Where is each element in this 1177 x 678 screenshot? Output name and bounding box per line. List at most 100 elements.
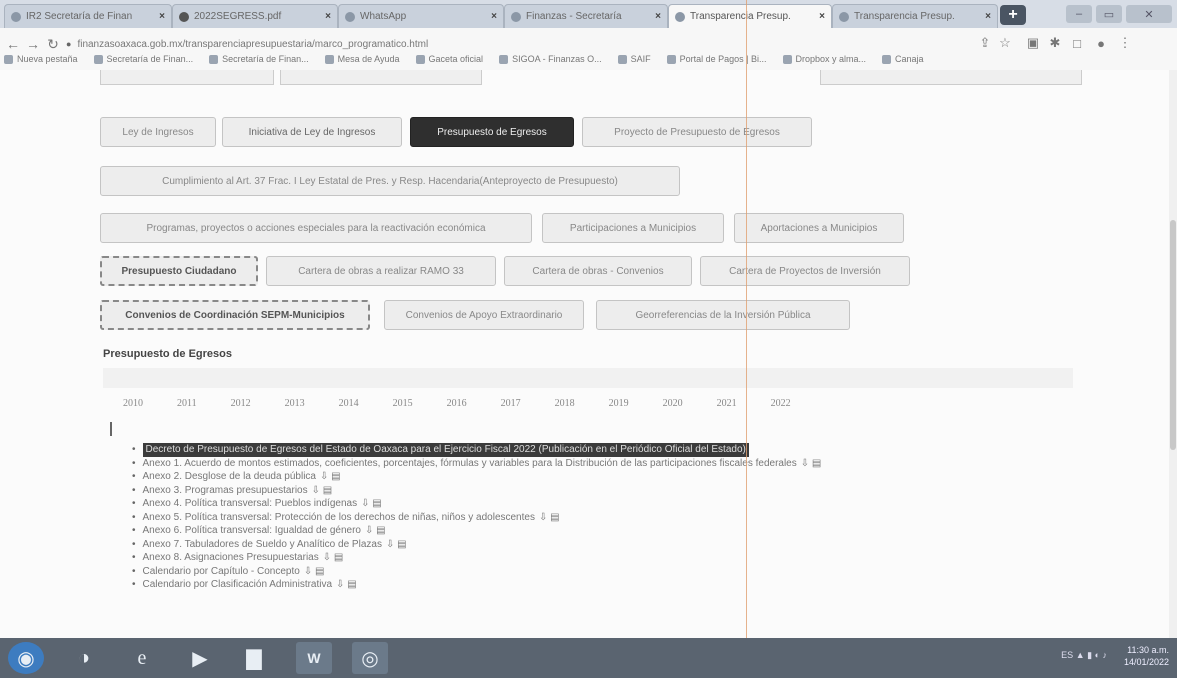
start-button-icon[interactable]: ◉ xyxy=(8,642,44,674)
list-item[interactable]: Anexo 1. Acuerdo de montos estimados, co… xyxy=(132,457,822,471)
internet-explorer-icon[interactable]: e xyxy=(124,642,160,674)
presupuesto-ciudadano-button[interactable]: Presupuesto Ciudadano xyxy=(100,256,258,286)
participaciones-municipios-button[interactable]: Participaciones a Municipios xyxy=(542,213,724,243)
bookmarks-bar: Nueva pestaña Secretaría de Finan... Sec… xyxy=(0,49,1177,69)
close-tab-icon[interactable]: × xyxy=(813,11,825,22)
browser-tab[interactable]: WhatsApp × xyxy=(338,4,504,28)
download-icon[interactable]: ⇩ ▤ xyxy=(386,538,407,552)
bookmark-item[interactable]: Secretaría de Finan... xyxy=(93,54,193,64)
page-content: Ley de Ingresos Iniciativa de Ley de Ing… xyxy=(0,70,1177,638)
scrollbar-thumb[interactable] xyxy=(1170,220,1176,450)
close-tab-icon[interactable]: × xyxy=(979,11,991,22)
proyecto-presupuesto-button[interactable]: Proyecto de Presupuesto de Egresos xyxy=(582,117,812,147)
ley-de-ingresos-button[interactable]: Ley de Ingresos xyxy=(100,117,216,147)
download-icon[interactable]: ⇩ ▤ xyxy=(801,457,822,471)
download-icon[interactable]: ⇩ ▤ xyxy=(361,497,382,511)
new-tab-button[interactable]: + xyxy=(1000,5,1026,25)
year-tab[interactable]: 2020 xyxy=(663,398,683,409)
download-icon[interactable]: ⇩ ▤ xyxy=(323,551,344,565)
convenios-coordinacion-button[interactable]: Convenios de Coordinación SEPM-Municipio… xyxy=(100,300,370,330)
media-player-icon[interactable]: ▶ xyxy=(182,642,218,674)
media-icon[interactable]: ◑ xyxy=(66,642,102,674)
georreferencias-button[interactable]: Georreferencias de la Inversión Pública xyxy=(596,300,850,330)
cut-off-button[interactable] xyxy=(100,70,274,85)
minimize-button[interactable]: – xyxy=(1066,5,1092,23)
browser-tab-active[interactable]: Transparencia Presup. × xyxy=(668,4,832,28)
cumplimiento-art37-button[interactable]: Cumplimiento al Art. 37 Frac. I Ley Esta… xyxy=(100,166,680,196)
list-item[interactable]: Calendario por Capítulo - Concepto⇩ ▤ xyxy=(132,565,821,579)
year-tab[interactable]: 2011 xyxy=(177,398,197,409)
cartera-proyectos-button[interactable]: Cartera de Proyectos de Inversión xyxy=(700,256,910,286)
year-tab[interactable]: 2015 xyxy=(393,398,413,409)
list-item[interactable]: Decreto de Presupuesto de Egresos del Es… xyxy=(132,443,821,457)
word-icon[interactable]: W xyxy=(296,642,332,674)
close-tab-icon[interactable]: × xyxy=(153,11,165,22)
year-tab[interactable]: 2018 xyxy=(555,398,575,409)
download-icon[interactable]: ⇩ ▤ xyxy=(304,565,325,579)
bookmark-icon xyxy=(782,54,792,64)
year-tab[interactable]: 2016 xyxy=(447,398,467,409)
lock-icon: ● xyxy=(66,39,72,49)
maximize-button[interactable]: ▭ xyxy=(1096,5,1122,23)
bookmark-item[interactable]: SAIF xyxy=(617,54,651,64)
browser-tab[interactable]: Transparencia Presup. × xyxy=(832,4,998,28)
section-divider xyxy=(103,368,1073,388)
presupuesto-egresos-button[interactable]: Presupuesto de Egresos xyxy=(410,117,574,147)
list-item[interactable]: Anexo 4. Política transversal: Pueblos i… xyxy=(132,497,821,511)
page-scrollbar[interactable] xyxy=(1169,70,1177,638)
file-explorer-icon[interactable]: ▇ xyxy=(236,642,272,674)
bookmark-item[interactable]: Portal de Pagos | Bi... xyxy=(666,54,767,64)
bookmark-item[interactable]: Mesa de Ayuda xyxy=(324,54,400,64)
browser-tab[interactable]: Finanzas - Secretaría × xyxy=(504,4,668,28)
year-tab[interactable]: 2013 xyxy=(285,398,305,409)
list-item[interactable]: Anexo 5. Política transversal: Protecció… xyxy=(132,511,821,525)
browser-tab[interactable]: IR2 Secretaría de Finan × xyxy=(4,4,172,28)
close-tab-icon[interactable]: × xyxy=(485,11,497,22)
bookmark-item[interactable]: SIGOA - Finanzas O... xyxy=(499,54,602,64)
list-item[interactable]: Anexo 3. Programas presupuestarios⇩ ▤ xyxy=(132,484,821,498)
list-item[interactable]: Anexo 2. Desglose de la deuda pública⇩ ▤ xyxy=(132,470,821,484)
site-favicon-icon xyxy=(179,11,189,22)
close-tab-icon[interactable]: × xyxy=(319,11,331,22)
chrome-icon[interactable]: ◎ xyxy=(352,642,388,674)
cartera-convenios-button[interactable]: Cartera de obras - Convenios xyxy=(504,256,692,286)
year-tab[interactable]: 2014 xyxy=(339,398,359,409)
cut-off-button[interactable] xyxy=(820,70,1082,85)
bookmark-item[interactable]: Gaceta oficial xyxy=(415,54,483,64)
cut-off-button[interactable] xyxy=(280,70,482,85)
year-tab[interactable]: 2017 xyxy=(501,398,521,409)
bookmark-item[interactable]: Canaja xyxy=(882,54,924,64)
browser-tab[interactable]: 2022SEGRESS.pdf × xyxy=(172,4,338,28)
year-tab[interactable]: 2012 xyxy=(231,398,251,409)
cartera-ramo33-button[interactable]: Cartera de obras a realizar RAMO 33 xyxy=(266,256,496,286)
year-tab-active[interactable]: 2022 xyxy=(771,398,791,409)
site-favicon-icon xyxy=(675,11,685,22)
convenios-apoyo-button[interactable]: Convenios de Apoyo Extraordinario xyxy=(384,300,584,330)
list-item[interactable]: Calendario por Clasificación Administrat… xyxy=(132,578,821,592)
bookmark-item[interactable]: Secretaría de Finan... xyxy=(209,54,309,64)
list-item[interactable]: Anexo 7. Tabuladores de Sueldo y Analíti… xyxy=(132,538,821,552)
list-item[interactable]: Anexo 8. Asignaciones Presupuestarias⇩ ▤ xyxy=(132,551,821,565)
download-icon[interactable]: ⇩ ▤ xyxy=(312,484,333,498)
download-icon[interactable]: ⇩ ▤ xyxy=(539,511,560,525)
document-list: Decreto de Presupuesto de Egresos del Es… xyxy=(132,443,821,592)
list-item[interactable]: Anexo 6. Política transversal: Igualdad … xyxy=(132,524,821,538)
year-tab[interactable]: 2019 xyxy=(609,398,629,409)
year-tab[interactable]: 2021 xyxy=(717,398,737,409)
bookmark-item[interactable]: Dropbox y alma... xyxy=(782,54,866,64)
programas-reactivacion-button[interactable]: Programas, proyectos o acciones especial… xyxy=(100,213,532,243)
bookmark-icon xyxy=(617,54,627,64)
close-window-button[interactable]: ✕ xyxy=(1126,5,1172,23)
year-tab[interactable]: 2010 xyxy=(123,398,143,409)
download-icon[interactable]: ⇩ ▤ xyxy=(320,470,341,484)
os-taskbar: ◉ ◑ e ▶ ▇ W ◎ ES ▲ ▮ ◐ ♪ 11:30 a.m. 14/0… xyxy=(0,638,1177,678)
site-favicon-icon xyxy=(511,11,521,22)
download-icon[interactable]: ⇩ ▤ xyxy=(336,578,357,592)
close-tab-icon[interactable]: × xyxy=(649,11,661,22)
download-icon[interactable]: ⇩ ▤ xyxy=(365,524,386,538)
iniciativa-ley-ingresos-button[interactable]: Iniciativa de Ley de Ingresos xyxy=(222,117,402,147)
bookmark-item[interactable]: Nueva pestaña xyxy=(4,54,78,64)
system-tray: ES ▲ ▮ ◐ ♪ xyxy=(1061,650,1107,660)
aportaciones-municipios-button[interactable]: Aportaciones a Municipios xyxy=(734,213,904,243)
clock[interactable]: 11:30 a.m. 14/01/2022 xyxy=(1124,644,1169,668)
